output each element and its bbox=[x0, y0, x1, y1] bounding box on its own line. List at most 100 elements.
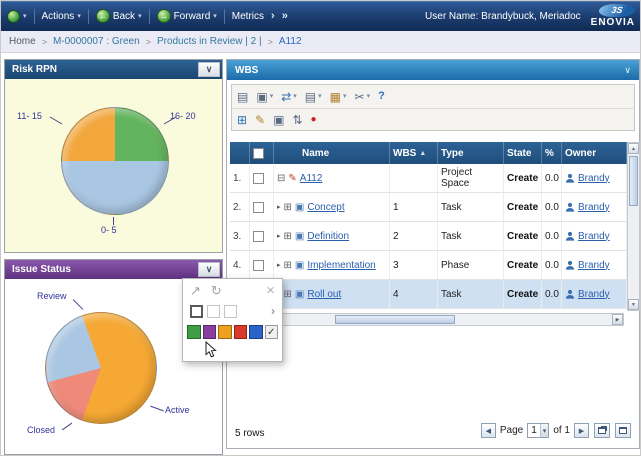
sort-button[interactable]: ⇅ bbox=[292, 114, 302, 126]
wbs-column-header[interactable]: WBS ▲ bbox=[390, 142, 438, 164]
table-row[interactable]: 2. ▸ ⊞ ▣ Concept 1 Task Create 0.0 Brand… bbox=[230, 193, 627, 222]
more-tools-icon[interactable]: » bbox=[282, 10, 288, 22]
expand-node-icon[interactable]: ⊞ bbox=[284, 289, 292, 300]
vertical-scrollbar-thumb[interactable] bbox=[629, 156, 638, 206]
breadcrumb-current[interactable]: A112 bbox=[279, 36, 302, 47]
color-swatch-purple[interactable] bbox=[203, 325, 217, 339]
row-checkbox[interactable] bbox=[253, 260, 264, 271]
caret-down-icon: ▾ bbox=[318, 93, 322, 100]
help-button[interactable]: ? bbox=[378, 91, 385, 102]
row-checkbox[interactable] bbox=[253, 173, 264, 184]
owner-link[interactable]: Brandy bbox=[578, 289, 610, 300]
add-task-button[interactable]: ⊞ bbox=[237, 114, 247, 126]
popout-window-button[interactable] bbox=[594, 423, 610, 438]
chevron-right-icon[interactable]: › bbox=[271, 304, 275, 318]
scroll-down-button[interactable]: ▼ bbox=[628, 299, 639, 310]
select-all-checkbox[interactable] bbox=[253, 148, 264, 159]
open-in-new-window-icon[interactable]: ↗ bbox=[190, 284, 201, 297]
print-button[interactable]: ▤ bbox=[237, 91, 248, 103]
print-options-button[interactable]: ▤ ▾ bbox=[305, 91, 322, 103]
show-issues-button[interactable]: ● bbox=[311, 115, 317, 125]
chart-view-button[interactable]: ▦ ▾ bbox=[330, 91, 347, 103]
percent-column-header[interactable]: % bbox=[542, 142, 562, 164]
collapse-panel-button[interactable]: ∨ bbox=[198, 262, 220, 277]
pie-slice-label: 16- 20 bbox=[170, 111, 196, 121]
name-link[interactable]: Concept bbox=[307, 202, 344, 213]
collapse-panel-button[interactable]: ∨ bbox=[198, 62, 220, 77]
color-swatch-orange[interactable] bbox=[218, 325, 232, 339]
collapse-node-icon[interactable]: ⊟ bbox=[277, 173, 285, 184]
owner-column-header[interactable]: Owner bbox=[562, 142, 627, 164]
table-row-selected[interactable]: 5. ▸ ⊞ ▣ Roll out 4 Task Create 0.0 Bran… bbox=[230, 280, 627, 309]
name-link[interactable]: Definition bbox=[307, 231, 349, 242]
name-column-header[interactable]: Name bbox=[274, 142, 390, 164]
copy-icon: ▣ bbox=[256, 91, 267, 103]
style-option[interactable] bbox=[224, 305, 237, 318]
owner-link[interactable]: Brandy bbox=[578, 173, 610, 184]
color-swatch-green[interactable] bbox=[187, 325, 201, 339]
row-count-label: 5 rows bbox=[235, 428, 264, 439]
name-link[interactable]: A112 bbox=[300, 173, 323, 184]
row-checkbox[interactable] bbox=[253, 202, 264, 213]
chevron-right-icon[interactable]: › bbox=[271, 10, 275, 22]
popup-checkbox[interactable]: ✓ bbox=[265, 325, 279, 339]
issue-pie-chart[interactable] bbox=[45, 312, 157, 424]
row-checkbox[interactable] bbox=[253, 231, 264, 242]
owner-cell: Brandy bbox=[562, 193, 627, 222]
collapse-panel-button[interactable]: ∨ bbox=[624, 65, 631, 76]
color-swatch-red[interactable] bbox=[234, 325, 248, 339]
wbs-cell: 3 bbox=[390, 251, 438, 280]
page-select[interactable]: 1 ▾ bbox=[527, 423, 549, 438]
breadcrumb-home[interactable]: Home bbox=[9, 36, 36, 47]
expand-node-icon[interactable]: ⊞ bbox=[284, 231, 292, 242]
scroll-up-button[interactable]: ▲ bbox=[628, 143, 639, 154]
tools-button[interactable]: ✂ ▾ bbox=[355, 91, 371, 103]
table-row[interactable]: 1. ⊟ ✎ A112 Project Space Create 0.0 Bra… bbox=[230, 164, 627, 193]
next-page-button[interactable]: ▶ bbox=[574, 423, 589, 438]
type-cell: Project Space bbox=[438, 164, 504, 193]
pagination: ◀ Page 1 ▾ of 1 ▶ bbox=[481, 423, 631, 438]
table-row[interactable]: 4. ▸ ⊞ ▣ Implementation 3 Phase Create 0… bbox=[230, 251, 627, 280]
name-link[interactable]: Implementation bbox=[307, 260, 375, 271]
copy-button[interactable]: ▣ ▾ bbox=[256, 91, 273, 103]
toolbar-separator bbox=[34, 9, 35, 24]
percent-cell: 0.0 bbox=[542, 193, 562, 222]
metrics-button[interactable]: Metrics bbox=[232, 11, 264, 22]
printer-icon: ▤ bbox=[237, 91, 248, 103]
horizontal-scrollbar[interactable]: ◀ ▶ bbox=[230, 313, 624, 326]
style-option-selected[interactable] bbox=[190, 305, 203, 318]
horizontal-scrollbar-thumb[interactable] bbox=[335, 315, 455, 324]
vertical-scrollbar[interactable]: ▲ ▼ bbox=[627, 142, 640, 311]
export-button[interactable]: ⇄ ▾ bbox=[281, 91, 297, 103]
duplicate-button[interactable]: ▣ bbox=[273, 114, 284, 126]
close-icon[interactable]: × bbox=[266, 283, 275, 298]
name-link[interactable]: Roll out bbox=[307, 289, 341, 300]
type-column-header[interactable]: Type bbox=[438, 142, 504, 164]
edit-button[interactable]: ✎ bbox=[255, 114, 265, 126]
color-swatch-blue[interactable] bbox=[249, 325, 263, 339]
actions-menu-button[interactable]: Actions ▾ bbox=[42, 11, 81, 22]
prev-page-button[interactable]: ◀ bbox=[481, 423, 496, 438]
back-button[interactable]: ← Back ▾ bbox=[96, 9, 142, 23]
scroll-right-button[interactable]: ▶ bbox=[612, 314, 623, 325]
caret-down-icon: ▾ bbox=[343, 93, 347, 100]
expand-node-icon[interactable]: ⊞ bbox=[284, 260, 292, 271]
type-cell: Task bbox=[438, 193, 504, 222]
maximize-panel-button[interactable] bbox=[615, 423, 631, 438]
forward-button[interactable]: → Forward ▾ bbox=[157, 9, 217, 23]
owner-link[interactable]: Brandy bbox=[578, 231, 610, 242]
breadcrumb-category-link[interactable]: Products in Review | 2 | bbox=[157, 36, 262, 47]
risk-pie-chart[interactable] bbox=[61, 107, 169, 215]
owner-link[interactable]: Brandy bbox=[578, 202, 610, 213]
table-row[interactable]: 3. ▸ ⊞ ▣ Definition 2 Task Create 0.0 Br… bbox=[230, 222, 627, 251]
app-menu-button[interactable]: ▾ bbox=[7, 10, 27, 23]
name-header-label: Name bbox=[302, 148, 329, 159]
style-option[interactable] bbox=[207, 305, 220, 318]
owner-link[interactable]: Brandy bbox=[578, 260, 610, 271]
expand-node-icon[interactable]: ⊞ bbox=[284, 202, 292, 213]
wbs-toolbar-row-2: ⊞ ✎ ▣ ⇅ ● bbox=[232, 109, 634, 130]
state-column-header[interactable]: State bbox=[504, 142, 542, 164]
refresh-icon[interactable]: ↻ bbox=[211, 284, 222, 297]
breadcrumb-project-link[interactable]: M-0000007 : Green bbox=[53, 36, 140, 47]
twisty-icon: ▸ bbox=[277, 232, 281, 240]
